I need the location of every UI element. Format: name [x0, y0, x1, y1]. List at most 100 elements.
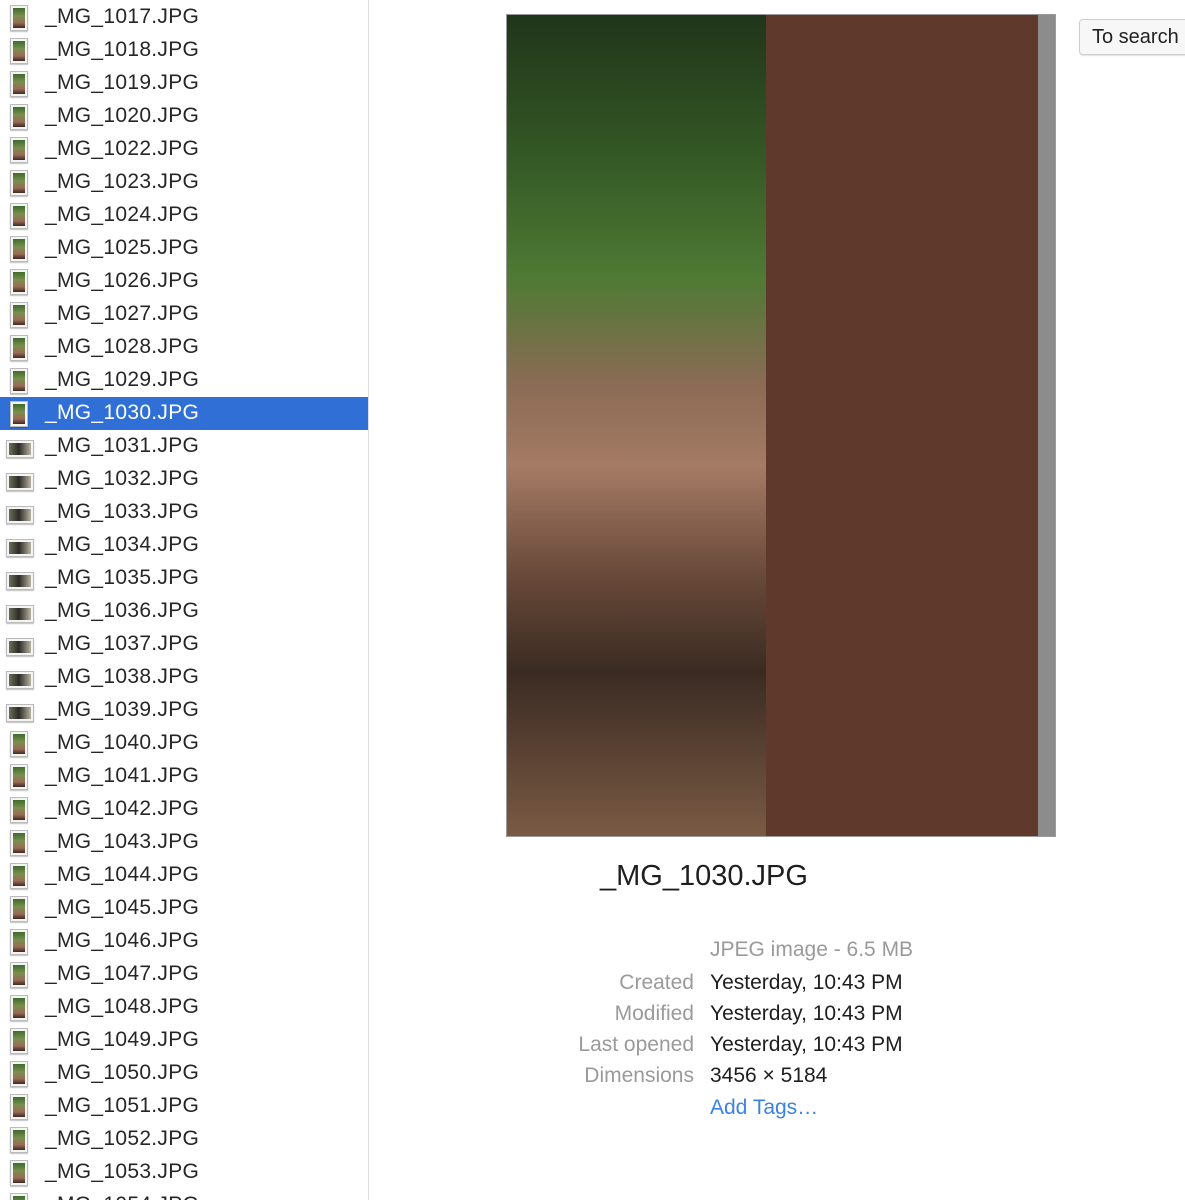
file-list-item[interactable]: _MG_1044.JPG — [0, 859, 368, 892]
image-file-icon — [10, 269, 28, 295]
file-list-item[interactable]: _MG_1045.JPG — [0, 892, 368, 925]
file-name-label: _MG_1028.JPG — [45, 335, 200, 358]
image-file-icon — [10, 962, 28, 988]
file-list-item[interactable]: _MG_1024.JPG — [0, 199, 368, 232]
file-list[interactable]: _MG_1017.JPG _MG_1018.JPG _MG_1019.JPG _MG_… — [0, 0, 369, 1200]
image-file-icon — [10, 38, 28, 64]
search-button-label: To search — [1092, 26, 1179, 48]
image-file-icon — [10, 1160, 28, 1186]
search-button[interactable]: To search — [1079, 19, 1185, 55]
image-file-icon — [10, 236, 28, 262]
file-list-item[interactable]: _MG_1038.JPG — [0, 661, 368, 694]
add-tags-link[interactable]: Add Tags… — [710, 1096, 818, 1120]
file-name-label: _MG_1051.JPG — [45, 1094, 200, 1117]
image-file-icon — [6, 671, 34, 689]
image-file-icon — [10, 302, 28, 328]
file-list-item[interactable]: _MG_1053.JPG — [0, 1156, 368, 1189]
image-file-icon — [6, 473, 34, 491]
file-name-label: _MG_1054.JPG — [45, 1193, 199, 1200]
file-name-label: _MG_1052.JPG — [45, 1127, 200, 1150]
file-name-label: _MG_1026.JPG — [45, 269, 200, 292]
file-list-item[interactable]: _MG_1047.JPG — [0, 958, 368, 991]
modified-label: Modified — [614, 1002, 694, 1025]
file-name-label: _MG_1041.JPG — [45, 764, 200, 787]
file-name-label: _MG_1038.JPG — [45, 665, 200, 688]
image-file-icon — [10, 797, 28, 823]
file-name-label: _MG_1034.JPG — [45, 533, 200, 556]
file-list-item[interactable]: _MG_1032.JPG — [0, 463, 368, 496]
preview-filename: _MG_1030.JPG — [600, 860, 808, 892]
file-name-label: _MG_1029.JPG — [45, 368, 200, 391]
file-list-item[interactable]: _MG_1030.JPG — [0, 397, 368, 430]
file-list-item[interactable]: _MG_1037.JPG — [0, 628, 368, 661]
image-file-icon — [10, 335, 28, 361]
image-file-icon — [10, 1094, 28, 1120]
file-list-item[interactable]: _MG_1048.JPG — [0, 991, 368, 1024]
file-list-item[interactable]: _MG_1018.JPG — [0, 34, 368, 67]
image-file-icon — [10, 368, 28, 394]
file-list-item[interactable]: _MG_1039.JPG — [0, 694, 368, 727]
image-file-icon — [10, 995, 28, 1021]
file-list-item[interactable]: _MG_1051.JPG — [0, 1090, 368, 1123]
file-name-label: _MG_1043.JPG — [45, 830, 200, 853]
file-list-item[interactable]: _MG_1027.JPG — [0, 298, 368, 331]
file-name-label: _MG_1037.JPG — [45, 632, 200, 655]
scroll-strip — [1038, 15, 1055, 836]
modified-value: Yesterday, 10:43 PM — [710, 1002, 903, 1025]
brown-overlay-block — [766, 15, 1038, 836]
file-name-label: _MG_1035.JPG — [45, 566, 200, 589]
last-opened-label: Last opened — [578, 1033, 694, 1056]
file-name-label: _MG_1049.JPG — [45, 1028, 200, 1051]
file-list-item[interactable]: _MG_1052.JPG — [0, 1123, 368, 1156]
file-kind-size: JPEG image - 6.5 MB — [710, 938, 914, 961]
file-list-item[interactable]: _MG_1028.JPG — [0, 331, 368, 364]
file-list-item[interactable]: _MG_1017.JPG — [0, 1, 368, 34]
created-value: Yesterday, 10:43 PM — [710, 971, 903, 994]
file-name-label: _MG_1033.JPG — [45, 500, 200, 523]
file-list-item[interactable]: _MG_1043.JPG — [0, 826, 368, 859]
image-file-icon — [6, 605, 34, 623]
image-file-icon — [6, 704, 34, 722]
modified-row: Modified Yesterday, 10:43 PM — [500, 1002, 1000, 1030]
file-list-item[interactable]: _MG_1023.JPG — [0, 166, 368, 199]
file-name-label: _MG_1019.JPG — [45, 71, 200, 94]
image-file-icon — [10, 764, 28, 790]
file-list-item[interactable]: _MG_1049.JPG — [0, 1024, 368, 1057]
image-file-icon — [10, 896, 28, 922]
file-list-item[interactable]: _MG_1026.JPG — [0, 265, 368, 298]
file-name-label: _MG_1018.JPG — [45, 38, 200, 61]
file-list-item[interactable]: _MG_1022.JPG — [0, 133, 368, 166]
file-list-item[interactable]: _MG_1035.JPG — [0, 562, 368, 595]
file-list-item[interactable]: _MG_1050.JPG — [0, 1057, 368, 1090]
image-file-icon — [10, 929, 28, 955]
dimensions-label: Dimensions — [584, 1064, 694, 1087]
file-list-item[interactable]: _MG_1033.JPG — [0, 496, 368, 529]
file-name-label: _MG_1017.JPG — [45, 5, 200, 28]
file-list-item[interactable]: _MG_1046.JPG — [0, 925, 368, 958]
file-name-label: _MG_1022.JPG — [45, 137, 200, 160]
file-list-item[interactable]: _MG_1029.JPG — [0, 364, 368, 397]
file-name-label: _MG_1048.JPG — [45, 995, 200, 1018]
file-list-item[interactable]: _MG_1019.JPG — [0, 67, 368, 100]
file-list-item[interactable]: _MG_1034.JPG — [0, 529, 368, 562]
image-file-icon — [10, 1127, 28, 1153]
file-list-item[interactable]: _MG_1020.JPG — [0, 100, 368, 133]
file-name-label: _MG_1031.JPG — [45, 434, 200, 457]
file-list-item[interactable]: _MG_1042.JPG — [0, 793, 368, 826]
image-file-icon — [10, 830, 28, 856]
file-list-item[interactable]: _MG_1025.JPG — [0, 232, 368, 265]
file-name-label: _MG_1050.JPG — [45, 1061, 200, 1084]
image-file-icon — [10, 71, 28, 97]
image-file-icon — [10, 1061, 28, 1087]
dimensions-value: 3456 × 5184 — [710, 1064, 828, 1087]
file-name-label: _MG_1024.JPG — [45, 203, 200, 226]
file-list-item[interactable]: _MG_1036.JPG — [0, 595, 368, 628]
file-list-item[interactable]: _MG_1031.JPG — [0, 430, 368, 463]
image-file-icon — [10, 1028, 28, 1054]
file-list-item[interactable]: _MG_1054.JPG — [0, 1189, 368, 1200]
image-file-icon — [10, 1193, 28, 1200]
file-list-item[interactable]: _MG_1040.JPG — [0, 727, 368, 760]
file-list-item[interactable]: _MG_1041.JPG — [0, 760, 368, 793]
image-file-icon — [10, 170, 28, 196]
image-file-icon — [10, 5, 28, 31]
